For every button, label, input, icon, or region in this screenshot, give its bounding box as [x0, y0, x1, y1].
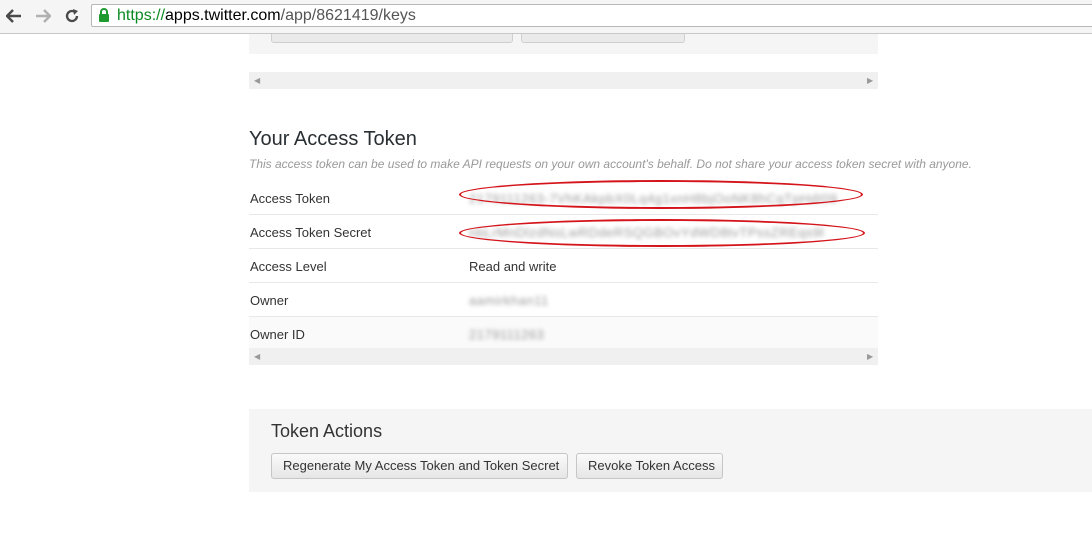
row-label: Access Token Secret	[250, 225, 372, 240]
previous-section-panel	[249, 34, 878, 54]
lock-icon	[98, 8, 110, 28]
access-token-secret-value: nbLrMnDlzdNsLwRDdeRSQGBOvYdWD8tvTPssZREq…	[469, 225, 825, 240]
row-label: Access Level	[250, 259, 327, 274]
revoke-token-button[interactable]: Revoke Token Access	[576, 453, 723, 479]
token-actions-title: Token Actions	[271, 421, 383, 441]
row-label: Owner	[250, 293, 289, 308]
horizontal-scrollbar[interactable]: ◀ ▶	[249, 72, 878, 89]
table-row: Access Token Secret nbLrMnDlzdNsLwRDdeRS…	[249, 215, 878, 249]
back-arrow-icon[interactable]	[3, 5, 25, 27]
access-level-value: Read and write	[469, 259, 557, 274]
row-label: Access Token	[250, 191, 330, 206]
access-token-table: Access Token 2179111263-7VhKAkpbX0Lq4g1x…	[249, 181, 878, 350]
scroll-left-icon[interactable]: ◀	[254, 76, 260, 85]
row-label: Owner ID	[250, 327, 305, 342]
access-token-value: 2179111263-7VhKAkpbX0Lq4g1xnH8bjOoNK8hCq…	[469, 191, 838, 206]
url-text: https://apps.twitter.com/app/8621419/key…	[117, 7, 416, 24]
scroll-right-icon[interactable]: ▶	[867, 352, 873, 361]
table-row: Access Token 2179111263-7VhKAkpbX0Lq4g1x…	[249, 181, 878, 215]
forward-arrow-icon[interactable]	[32, 5, 54, 27]
previous-section-button[interactable]	[521, 34, 685, 43]
previous-section-button[interactable]	[271, 34, 513, 43]
section-title: Your Access Token	[249, 128, 417, 150]
owner-value: aamirkhan11	[469, 293, 549, 308]
token-actions-panel: Token Actions Regenerate My Access Token…	[249, 409, 1092, 492]
address-bar[interactable]: https://apps.twitter.com/app/8621419/key…	[91, 4, 1092, 27]
owner-id-value: 2179111263	[469, 327, 545, 342]
browser-toolbar: https://apps.twitter.com/app/8621419/key…	[0, 0, 1092, 34]
scroll-right-icon[interactable]: ▶	[867, 76, 873, 85]
table-row: Owner aamirkhan11	[249, 283, 878, 317]
regenerate-token-button[interactable]: Regenerate My Access Token and Token Sec…	[271, 453, 568, 479]
table-row: Owner ID 2179111263	[249, 317, 878, 350]
table-row: Access Level Read and write	[249, 249, 878, 283]
horizontal-scrollbar[interactable]: ◀ ▶	[249, 348, 878, 365]
scroll-left-icon[interactable]: ◀	[254, 352, 260, 361]
reload-icon[interactable]	[61, 5, 83, 27]
section-subtitle: This access token can be used to make AP…	[249, 157, 972, 171]
